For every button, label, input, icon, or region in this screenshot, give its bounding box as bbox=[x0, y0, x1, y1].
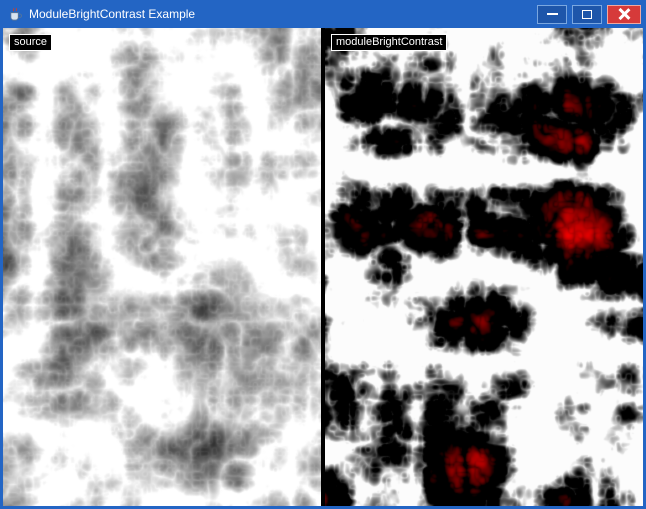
window-title: ModuleBrightContrast Example bbox=[29, 7, 537, 21]
panel-source: source bbox=[3, 28, 321, 506]
close-icon bbox=[618, 8, 630, 20]
app-icon bbox=[7, 6, 23, 22]
minimize-icon bbox=[547, 13, 558, 15]
minimize-button[interactable] bbox=[537, 5, 567, 24]
window-content: source moduleBrightContrast bbox=[3, 28, 643, 506]
window-controls bbox=[537, 5, 641, 24]
source-image bbox=[3, 28, 321, 506]
maximize-icon bbox=[582, 10, 592, 19]
maximize-button[interactable] bbox=[572, 5, 602, 24]
module-label: moduleBrightContrast bbox=[331, 34, 447, 51]
title-bar[interactable]: ModuleBrightContrast Example bbox=[0, 0, 646, 28]
close-button[interactable] bbox=[607, 5, 641, 24]
app-window: ModuleBrightContrast Example source modu… bbox=[0, 0, 646, 509]
source-label: source bbox=[9, 34, 52, 51]
module-brightcontrast-image bbox=[325, 28, 643, 506]
panel-module: moduleBrightContrast bbox=[325, 28, 643, 506]
